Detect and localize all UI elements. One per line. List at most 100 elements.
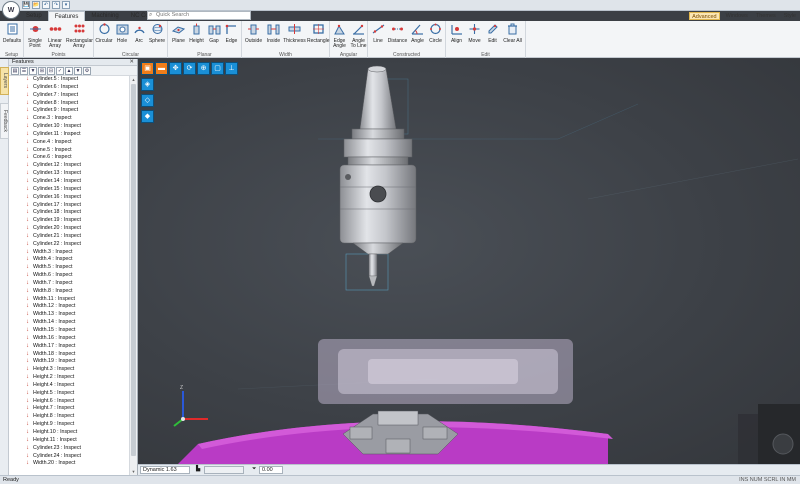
scroll-down-icon[interactable]: ▼	[130, 468, 137, 475]
tree-item[interactable]: ↓ Cylinder.8 : Inspect	[9, 100, 130, 108]
tree-item[interactable]: ↓ Cylinder.10 : Inspect	[9, 123, 130, 131]
tree-item[interactable]: ↓ Cylinder.23 : Inspect	[9, 445, 130, 453]
tree-item[interactable]: ↓ Height.3 : Inspect	[9, 366, 130, 374]
tree-item[interactable]: ↓ Width.7 : Inspect	[9, 280, 130, 288]
thickness-button[interactable]: Thickness	[283, 23, 306, 44]
quick-search-input[interactable]: ⌕ Quick Search	[147, 11, 251, 20]
tree-item[interactable]: ↓ Cylinder.18 : Inspect	[9, 209, 130, 217]
view-cube-icon[interactable]: ▣	[141, 62, 154, 75]
tree-item[interactable]: ↓ Cone.4 : Inspect	[9, 139, 130, 147]
tree-item[interactable]: ↓ Width.3 : Inspect	[9, 249, 130, 257]
tree-item[interactable]: ↓ Cylinder.9 : Inspect	[9, 107, 130, 115]
rectangle-button[interactable]: Rectangle	[307, 23, 330, 44]
angle-to-line-button[interactable]: Angle To Line	[349, 23, 368, 50]
tree-item[interactable]: ↓ Height.7 : Inspect	[9, 405, 130, 413]
tree-item[interactable]: ↓ Height.10 : Inspect	[9, 429, 130, 437]
undo-icon[interactable]: ↶	[42, 1, 50, 9]
scroll-thumb[interactable]	[131, 84, 136, 456]
tree-item[interactable]: ↓ Cylinder.16 : Inspect	[9, 194, 130, 202]
edge-button[interactable]: Edge	[223, 23, 240, 44]
zoom-icon[interactable]: ⊕	[197, 62, 210, 75]
expand-icon[interactable]: ⊞	[38, 67, 46, 75]
feedback-tab[interactable]: Feedback	[0, 103, 9, 139]
tree-item[interactable]: ↓ Width.14 : Inspect	[9, 319, 130, 327]
tree-item[interactable]: ↓ Width.19 : Inspect	[9, 358, 130, 366]
list-view-icon[interactable]: ☰	[20, 67, 28, 75]
align-button[interactable]: Align	[448, 23, 465, 44]
edge-angle-button[interactable]: Edge Angle	[331, 23, 348, 50]
line-button[interactable]: Line	[370, 23, 386, 44]
linear-array-button[interactable]: Linear Array	[46, 23, 64, 50]
tree-item[interactable]: ↓ Width.4 : Inspect	[9, 256, 130, 264]
tree-item[interactable]: ↓ Width.11 : Inspect	[9, 296, 130, 304]
plane-button[interactable]: Plane	[170, 23, 187, 44]
tree-item[interactable]: ↓ Height.5 : Inspect	[9, 390, 130, 398]
scrollbar[interactable]: ▲ ▼	[129, 76, 137, 475]
sphere-button[interactable]: Sphere	[148, 23, 166, 44]
tree-item[interactable]: ↓ Width.20 : Inspect	[9, 460, 130, 468]
close-icon[interactable]: ✕	[129, 59, 134, 65]
scroll-up-icon[interactable]: ▲	[130, 76, 137, 83]
check-icon[interactable]: ✓	[56, 67, 64, 75]
move-down-icon[interactable]: ▼	[74, 67, 82, 75]
move-up-icon[interactable]: ▲	[65, 67, 73, 75]
tree-item[interactable]: ↓ Cylinder.11 : Inspect	[9, 131, 130, 139]
tree-item[interactable]: ↓ Width.13 : Inspect	[9, 311, 130, 319]
edit-button[interactable]: Edit	[484, 23, 501, 44]
move-button[interactable]: Move	[466, 23, 483, 44]
tree-item[interactable]: ↓ Cylinder.6 : Inspect	[9, 84, 130, 92]
tree-item[interactable]: ↓ Width.12 : Inspect	[9, 303, 130, 311]
tree-item[interactable]: ↓ Cylinder.12 : Inspect	[9, 162, 130, 170]
customize-icon[interactable]: ▾	[62, 1, 70, 9]
tab-features[interactable]: Features	[47, 11, 86, 21]
view-front-icon[interactable]: ▬	[155, 62, 168, 75]
layers-tab[interactable]: Layers	[0, 67, 9, 95]
tree-item[interactable]: ↓ Width.17 : Inspect	[9, 343, 130, 351]
style-menu[interactable]: Style	[782, 12, 798, 20]
tab-machining[interactable]: Machining	[85, 11, 124, 21]
tree-item[interactable]: ↓ Height.4 : Inspect	[9, 382, 130, 390]
tree-item[interactable]: ↓ Width.18 : Inspect	[9, 351, 130, 359]
view-mode-select[interactable]: Dynamic 1.63	[140, 466, 190, 474]
single-point-button[interactable]: Single Point	[26, 23, 44, 50]
tree-item[interactable]: ↓ Width.5 : Inspect	[9, 264, 130, 272]
tree-item[interactable]: ↓ Cylinder.24 : Inspect	[9, 453, 130, 461]
tree-item[interactable]: ↓ Height.2 : Inspect	[9, 374, 130, 382]
tree-item[interactable]: ↓ Cylinder.5 : Inspect	[9, 76, 130, 84]
tree-item[interactable]: ↓ Height.11 : Inspect	[9, 437, 130, 445]
iso-view-icon[interactable]: ◈	[141, 78, 154, 91]
tree-item[interactable]: ↓ Cylinder.13 : Inspect	[9, 170, 130, 178]
tree-item[interactable]: ↓ Width.16 : Inspect	[9, 335, 130, 343]
tree-item[interactable]: ↓ Width.8 : Inspect	[9, 288, 130, 296]
filter-icon[interactable]: ▼	[29, 67, 37, 75]
tool-select[interactable]	[204, 466, 244, 474]
zoom-fit-icon[interactable]: ▢	[211, 62, 224, 75]
filter-icon[interactable]: ⏷	[250, 466, 258, 474]
tree-item[interactable]: ↓ Height.8 : Inspect	[9, 413, 130, 421]
advanced-button[interactable]: Advanced	[689, 11, 720, 20]
rectangular-array-button[interactable]: Rectangular Array	[66, 23, 93, 50]
tree-item[interactable]: ↓ Cylinder.21 : Inspect	[9, 233, 130, 241]
distance-button[interactable]: Distance	[387, 23, 408, 44]
tree-item[interactable]: ↓ Cone.6 : Inspect	[9, 154, 130, 162]
windows-menu[interactable]: Windows	[724, 12, 750, 20]
app-logo[interactable]: W	[2, 1, 20, 19]
tree-view-icon[interactable]: ▤	[11, 67, 19, 75]
value-field[interactable]: 0.00	[259, 466, 283, 474]
redo-icon[interactable]: ↷	[52, 1, 60, 9]
hole-button[interactable]: Hole	[114, 23, 130, 44]
tree-item[interactable]: ↓ Cone.3 : Inspect	[9, 115, 130, 123]
inside-button[interactable]: Inside	[265, 23, 282, 44]
tree-item[interactable]: ↓ Cylinder.15 : Inspect	[9, 186, 130, 194]
settings-icon[interactable]: ⚙	[83, 67, 91, 75]
save-icon[interactable]: 💾	[22, 1, 30, 9]
arc-button[interactable]: Arc	[131, 23, 147, 44]
tree-item[interactable]: ↓ Cylinder.19 : Inspect	[9, 217, 130, 225]
side-view-icon[interactable]: ◆	[141, 110, 154, 123]
defaults-button[interactable]: Defaults	[1, 23, 23, 44]
tree-item[interactable]: ↓ Cylinder.14 : Inspect	[9, 178, 130, 186]
tree-item[interactable]: ↓ Width.6 : Inspect	[9, 272, 130, 280]
open-icon[interactable]: 📂	[32, 1, 40, 9]
circular-button[interactable]: Circular	[95, 23, 113, 44]
tree-item[interactable]: ↓ Cylinder.22 : Inspect	[9, 241, 130, 249]
